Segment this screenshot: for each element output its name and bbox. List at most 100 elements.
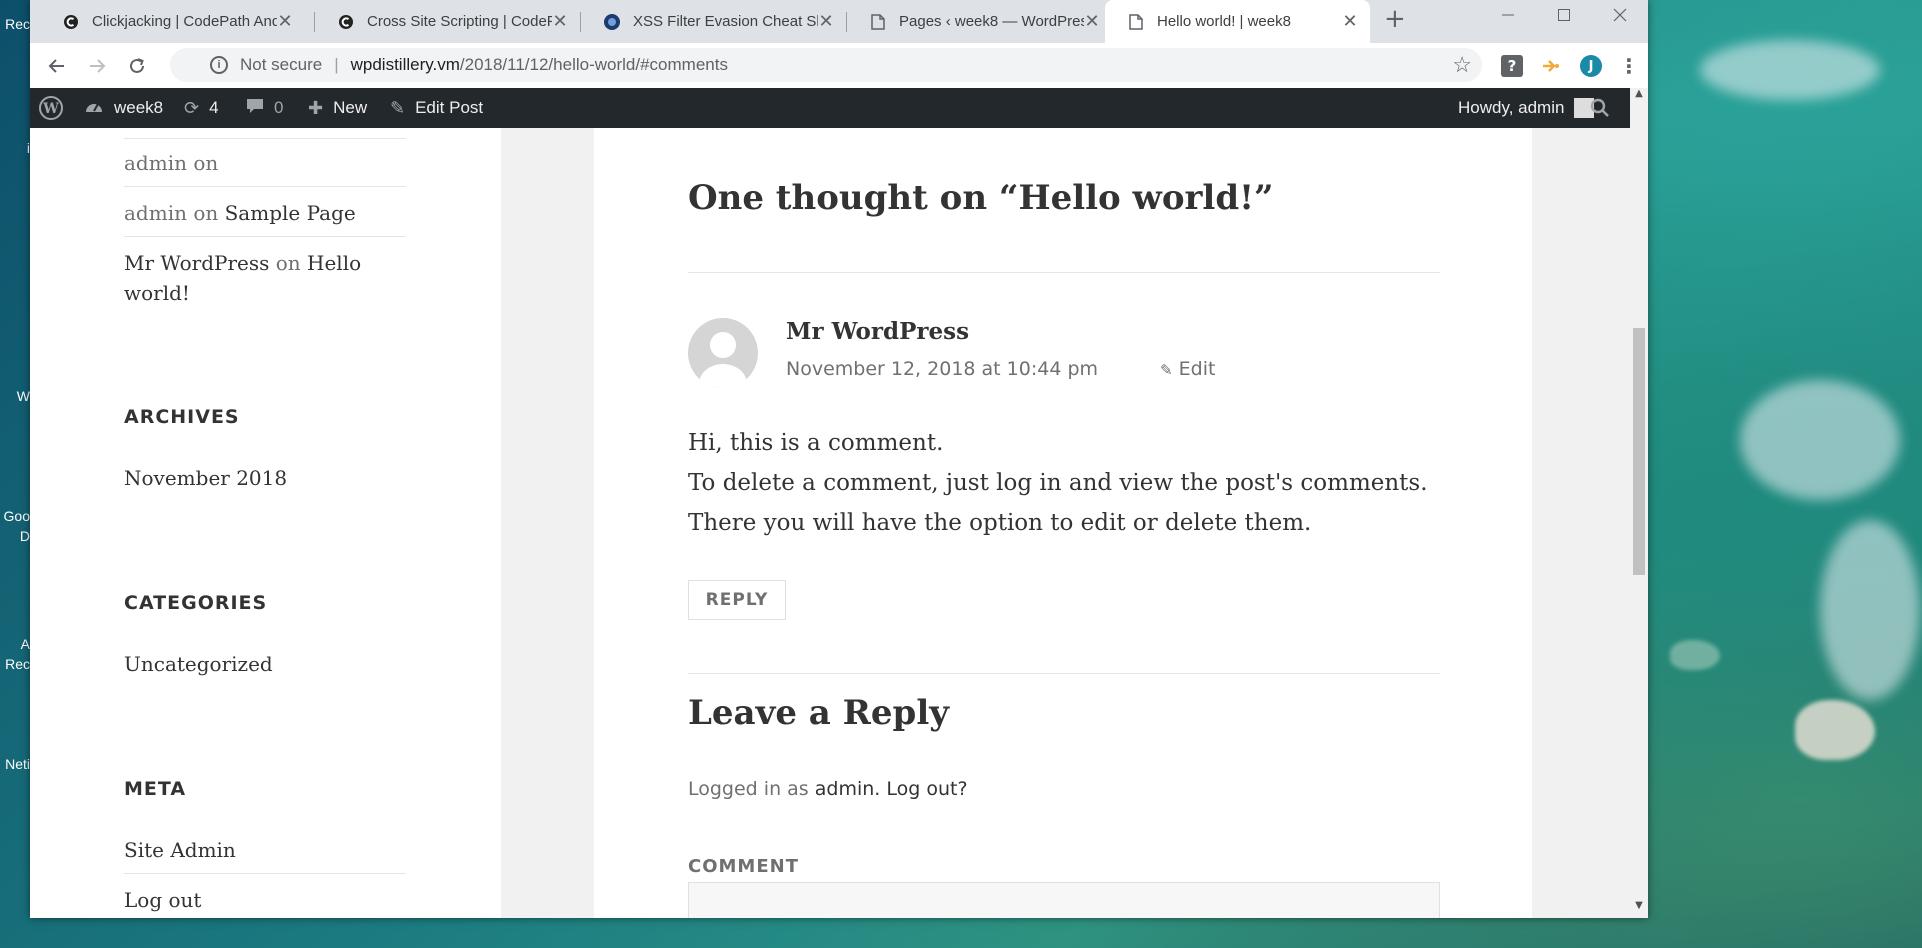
plus-icon: ✚ <box>308 97 324 118</box>
wallpaper-island <box>1795 700 1875 760</box>
updates-menu[interactable]: ⟳ 4 <box>184 88 219 128</box>
logged-in-prefix: Logged in as <box>688 778 809 800</box>
desktop-icon-label[interactable]: A <box>0 636 30 652</box>
howdy-label: Howdy, admin <box>1458 98 1565 117</box>
categories-link[interactable]: Uncategorized <box>124 652 273 676</box>
window-close-icon[interactable] <box>1592 0 1648 30</box>
desktop-icon-label[interactable]: D <box>0 528 30 544</box>
desktop-icon-label[interactable]: Rec <box>0 16 30 32</box>
comment-post-link[interactable]: Hello <box>307 251 361 275</box>
comment-author[interactable]: Mr WordPress <box>124 251 269 275</box>
comment-textarea[interactable] <box>688 882 1440 918</box>
comment-author[interactable]: admin <box>124 151 187 175</box>
tab-title: Pages ‹ week8 — WordPress <box>899 13 1084 30</box>
scroll-thumb[interactable] <box>1633 328 1645 575</box>
minimize-icon[interactable] <box>1480 0 1536 30</box>
comment-date[interactable]: November 12, 2018 at 10:44 pm <box>786 358 1098 380</box>
profile-avatar[interactable]: J <box>1580 55 1602 77</box>
comment-author-name[interactable]: Mr WordPress <box>786 318 969 345</box>
search-icon[interactable] <box>1590 88 1610 128</box>
updates-count: 4 <box>209 98 219 117</box>
desktop-icon-label[interactable]: Rec <box>0 656 30 672</box>
close-icon[interactable]: ✕ <box>1084 11 1100 32</box>
meta-log-out[interactable]: Log out <box>124 888 201 912</box>
menu-kebab-icon[interactable]: ⋮ <box>1618 54 1640 78</box>
reply-button[interactable]: REPLY <box>688 580 786 620</box>
page-scrollbar[interactable]: ▲ ▼ <box>1630 88 1648 918</box>
browser-toolbar: i Not secure | wpdistillery.vm /2018/11/… <box>30 43 1648 88</box>
comment-line: There you will have the option to edit o… <box>688 510 1312 536</box>
reload-icon[interactable] <box>122 51 152 81</box>
comment-author[interactable]: admin <box>124 201 187 225</box>
edit-comment-link[interactable]: ✎ Edit <box>1160 358 1215 380</box>
arrow-extension-icon[interactable] <box>1540 55 1562 77</box>
maximize-icon[interactable] <box>1536 0 1592 30</box>
pencil-icon: ✎ <box>1160 361 1173 379</box>
comments-menu[interactable]: 0 <box>246 88 283 128</box>
tab-title: Hello world! | week8 <box>1157 13 1291 30</box>
desktop-icon-label[interactable]: i <box>0 140 30 156</box>
page-icon <box>869 13 887 31</box>
logout-link[interactable]: Log out? <box>886 778 967 800</box>
archives-link[interactable]: November 2018 <box>124 466 287 490</box>
recent-comment-item: admin on <box>124 148 406 178</box>
comments-area: One thought on “Hello world!” Mr WordPre… <box>594 128 1532 918</box>
page-icon <box>1127 13 1145 31</box>
back-icon[interactable] <box>42 51 72 81</box>
site-name-menu[interactable]: week8 <box>84 88 163 128</box>
divider <box>124 138 406 139</box>
security-label[interactable]: Not secure <box>240 55 322 75</box>
tab-xss[interactable]: Cross Site Scripting | CodePa ✕ <box>315 0 580 43</box>
owasp-icon <box>603 13 621 31</box>
bookmark-star-icon[interactable]: ☆ <box>1452 52 1472 78</box>
pencil-icon: ✎ <box>390 97 406 118</box>
close-icon[interactable]: ✕ <box>277 11 293 32</box>
comment-post-link[interactable]: Sample Page <box>225 201 356 225</box>
new-tab-button[interactable]: + <box>1384 4 1406 34</box>
divider <box>688 673 1440 674</box>
recent-comment-item: Mr WordPress on Hello <box>124 248 406 278</box>
help-extension-icon[interactable]: ? <box>1501 55 1523 77</box>
tab-title: Clickjacking | CodePath And <box>92 13 277 30</box>
site-name: week8 <box>114 98 164 117</box>
url-host[interactable]: wpdistillery.vm <box>351 55 460 75</box>
tab-hello-world[interactable]: Hello world! | week8 ✕ <box>1105 0 1370 43</box>
my-account-menu[interactable]: Howdy, admin <box>1458 88 1595 128</box>
wallpaper-lagoon <box>1670 640 1720 670</box>
close-icon[interactable]: ✕ <box>552 11 568 32</box>
tab-xss-cheatsheet[interactable]: XSS Filter Evasion Cheat She ✕ <box>581 0 846 43</box>
archives-title: ARCHIVES <box>124 406 240 428</box>
comments-title: One thought on “Hello world!” <box>688 178 1274 218</box>
wallpaper-cloud <box>1700 40 1880 100</box>
desktop-icon-label[interactable]: Neti <box>0 756 30 772</box>
wordpress-logo-icon[interactable]: W <box>38 88 64 128</box>
url-path[interactable]: /2018/11/12/hello-world/#comments <box>460 55 728 75</box>
tab-clickjacking[interactable]: Clickjacking | CodePath And ✕ <box>40 0 305 43</box>
meta-site-admin[interactable]: Site Admin <box>124 838 236 862</box>
new-content-menu[interactable]: ✚ New <box>308 88 367 128</box>
desktop-icon-label[interactable]: W <box>0 388 30 404</box>
dashboard-icon <box>84 98 104 119</box>
divider <box>688 272 1440 273</box>
tab-title: Cross Site Scripting | CodePa <box>367 13 552 30</box>
comment-bubble-icon <box>246 98 264 119</box>
tab-pages-wordpress[interactable]: Pages ‹ week8 — WordPress ✕ <box>847 0 1112 43</box>
divider <box>124 236 406 237</box>
leave-reply-title: Leave a Reply <box>688 693 949 733</box>
logged-in-user-link[interactable]: admin <box>815 778 875 800</box>
close-icon[interactable]: ✕ <box>818 11 834 32</box>
wp-admin-bar: W week8 ⟳ 4 0 ✚ New ✎ Edit Post Howdy, a <box>30 88 1630 128</box>
sidebar: admin on admin on Sample Page Mr WordPre… <box>30 128 501 918</box>
logged-in-as: Logged in as admin. Log out? <box>688 778 968 800</box>
page-content: admin on admin on Sample Page Mr WordPre… <box>30 128 1630 918</box>
comment-post-link-cont[interactable]: world! <box>124 278 406 308</box>
address-bar[interactable]: i Not secure | wpdistillery.vm /2018/11/… <box>170 48 1482 82</box>
info-icon[interactable]: i <box>210 56 228 74</box>
scroll-up-icon[interactable]: ▲ <box>1630 88 1648 104</box>
scroll-down-icon[interactable]: ▼ <box>1630 900 1648 916</box>
edit-post-menu[interactable]: ✎ Edit Post <box>390 88 483 128</box>
comment-field-label: COMMENT <box>688 856 799 877</box>
close-icon[interactable]: ✕ <box>1342 11 1358 32</box>
desktop-icon-label[interactable]: Goo <box>0 508 30 524</box>
forward-icon[interactable] <box>82 51 112 81</box>
